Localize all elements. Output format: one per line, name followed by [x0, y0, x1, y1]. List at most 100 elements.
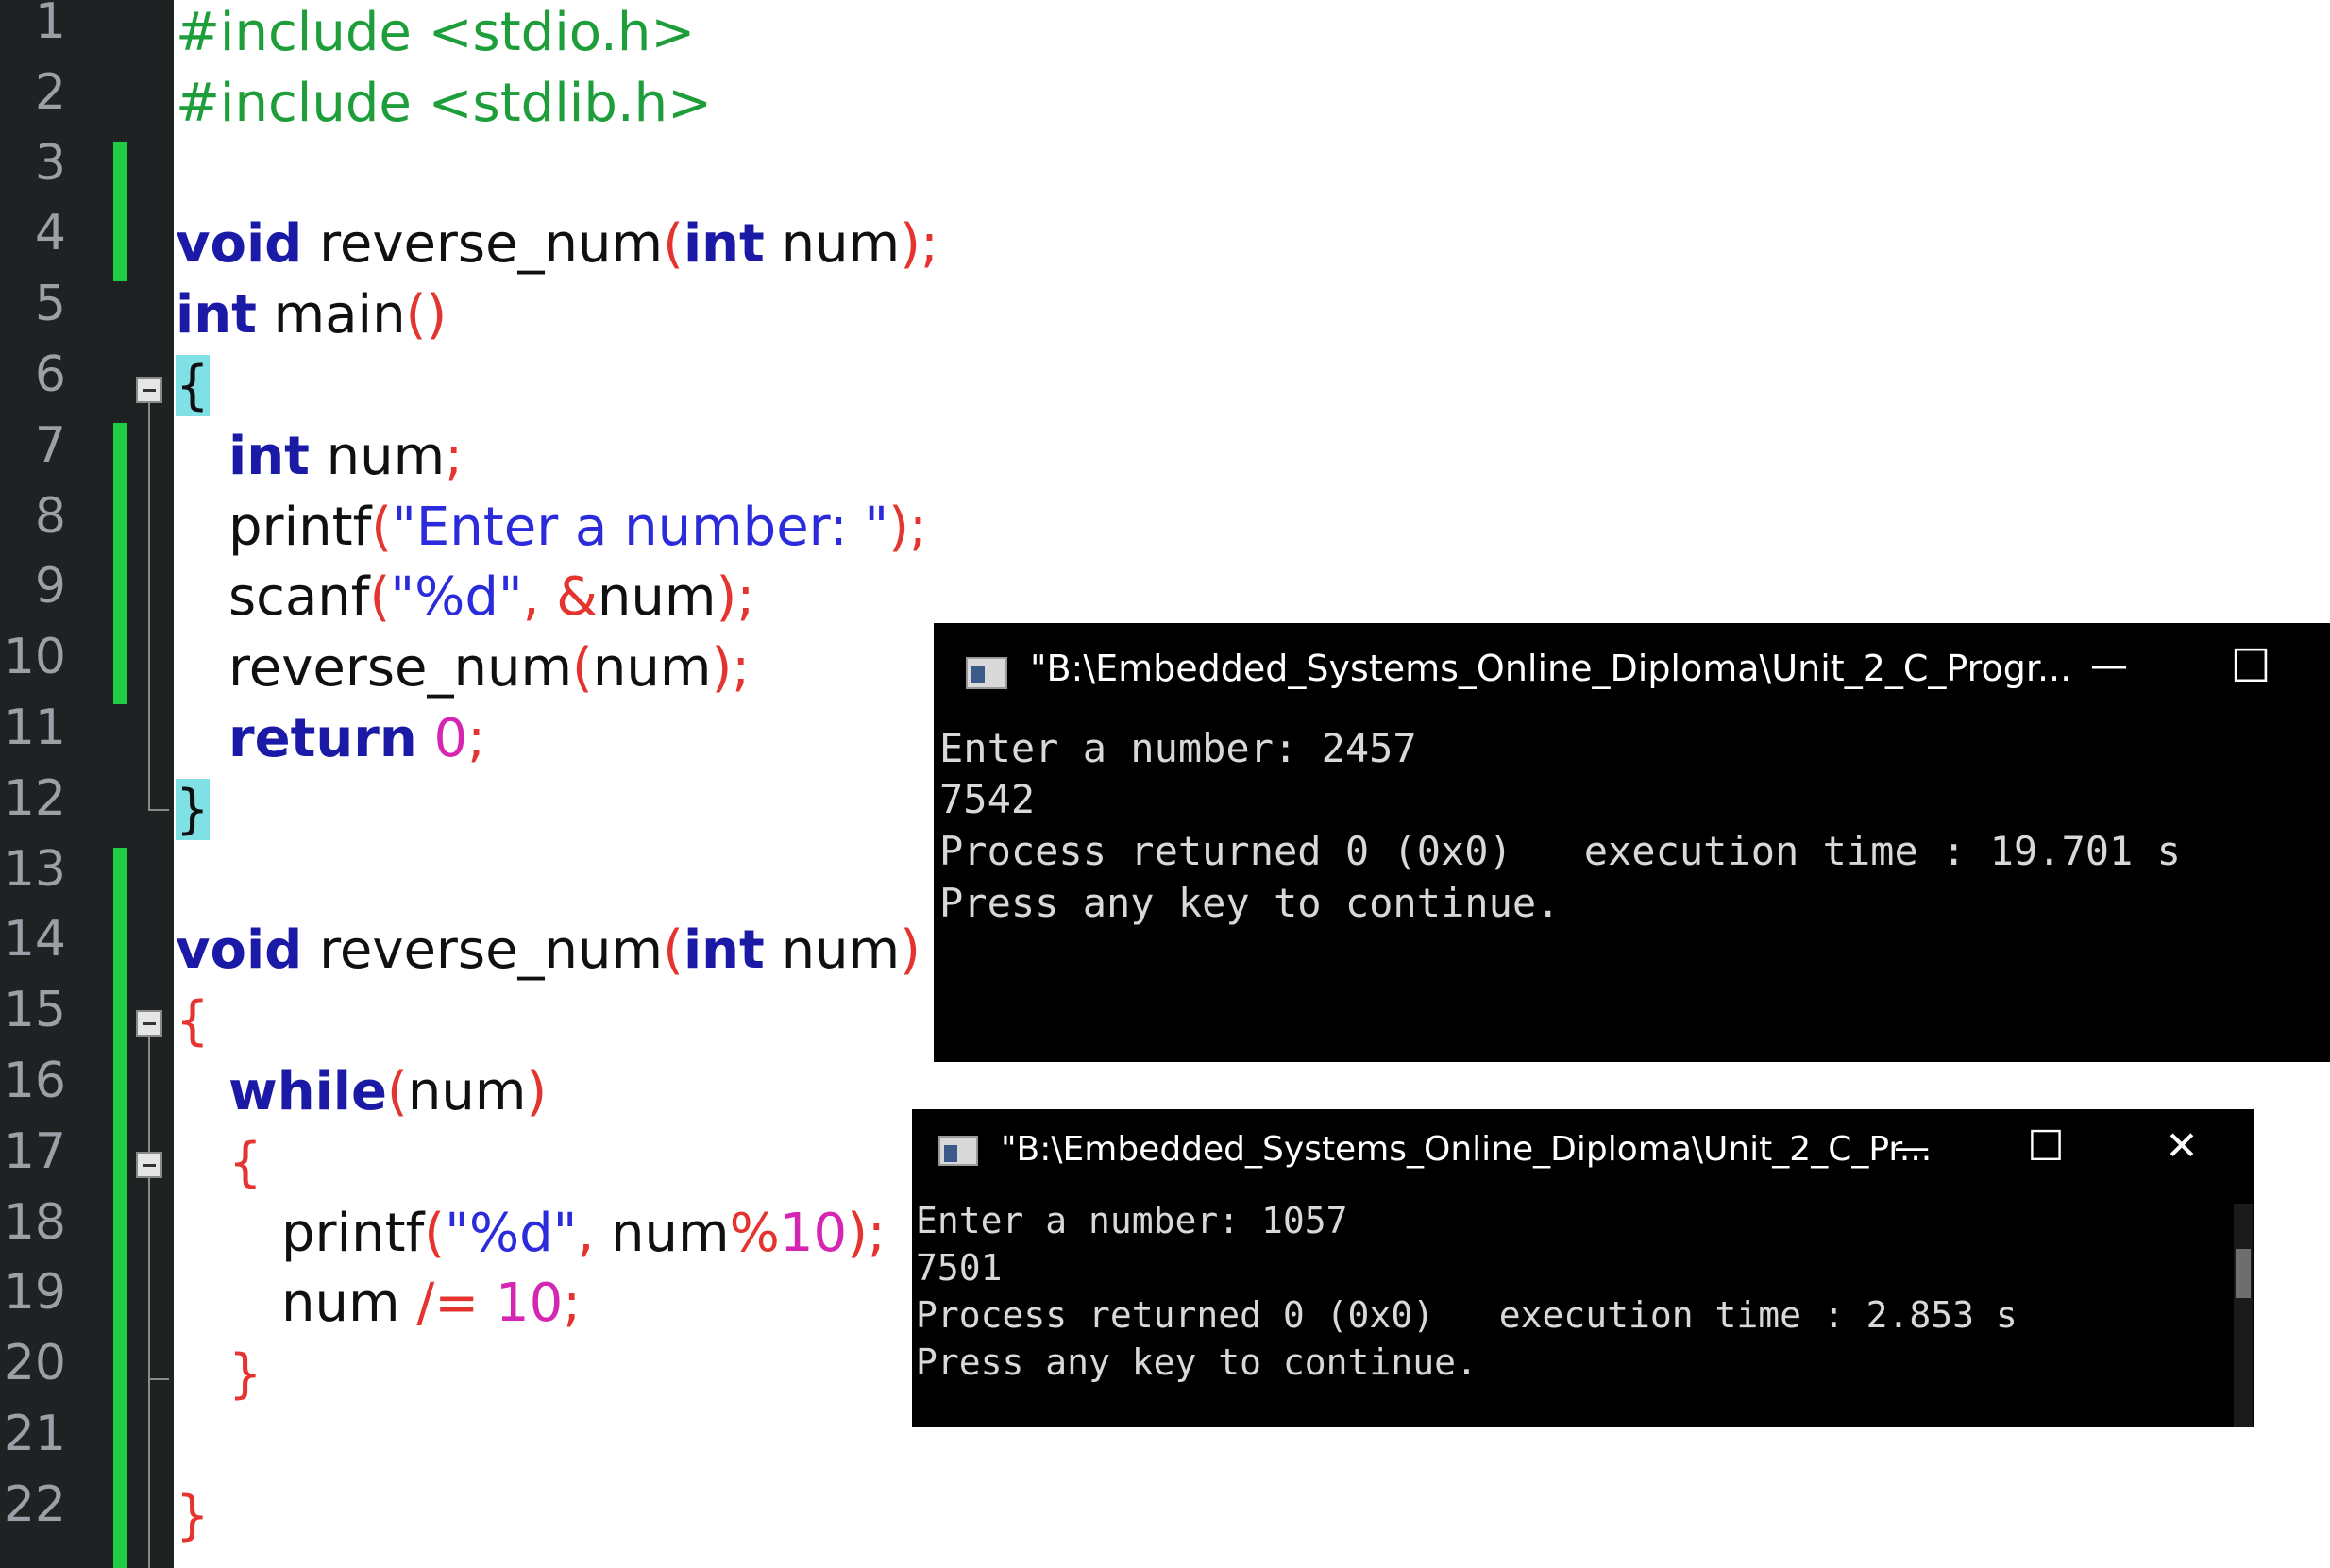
identifier: num	[611, 1203, 730, 1264]
punctuation: );	[847, 1203, 886, 1264]
maximize-icon[interactable]: ☐	[2218, 640, 2284, 693]
code-line-5: int main()	[176, 280, 447, 351]
punctuation: (	[386, 1061, 408, 1122]
punctuation: );	[711, 637, 751, 699]
code-line-20: }	[228, 1340, 262, 1410]
operator: %	[729, 1203, 780, 1264]
console-titlebar[interactable]: "B:\Embedded_Systems_Online_Diploma\Unit…	[912, 1109, 2254, 1194]
keyword: int	[683, 919, 765, 981]
identifier: num	[309, 426, 446, 487]
line-number: 2	[34, 64, 66, 121]
line-number: 13	[3, 841, 66, 898]
line-number: 9	[34, 558, 66, 615]
code-line-17: {	[228, 1128, 262, 1199]
code-line-11: return 0;	[228, 704, 485, 775]
punctuation: (	[369, 566, 391, 628]
line-number: 4	[34, 205, 66, 261]
keyword: while	[228, 1061, 387, 1122]
minimize-icon[interactable]: —	[1879, 1126, 1945, 1168]
line-number: 8	[34, 488, 66, 545]
line-number: 22	[3, 1476, 66, 1533]
console-output-line: Enter a number: 1057	[916, 1200, 1348, 1241]
maximize-icon[interactable]: ☐	[2013, 1122, 2079, 1171]
fold-guide-end	[148, 809, 169, 811]
line-number: 19	[3, 1264, 66, 1321]
console-titlebar[interactable]: "B:\Embedded_Systems_Online_Diploma\Unit…	[934, 623, 2330, 717]
code-line-4: void reverse_num(int num);	[176, 210, 938, 280]
identifier: num	[597, 566, 717, 628]
code-line-18: printf("%d", num%10);	[281, 1199, 886, 1270]
console-output-line: 7542	[939, 776, 1036, 822]
console-output-line: Press any key to continue.	[916, 1341, 1477, 1383]
keyword: void	[176, 919, 303, 981]
operator: /=	[399, 1273, 480, 1334]
code-line-22: }	[176, 1481, 210, 1552]
identifier: num	[407, 1061, 527, 1122]
punctuation: );	[716, 566, 755, 628]
close-icon[interactable]: ✕	[2149, 1122, 2215, 1169]
punctuation: (	[572, 637, 593, 699]
string-literal: "%d"	[390, 566, 523, 628]
identifier: num	[764, 213, 901, 275]
identifier: reverse_num	[302, 213, 664, 275]
line-number: 20	[3, 1335, 66, 1391]
identifier: num	[592, 637, 712, 699]
identifier: num	[764, 919, 901, 981]
punctuation: )	[900, 919, 920, 981]
console-output-line: Press any key to continue.	[939, 880, 1561, 926]
punctuation: (	[371, 497, 393, 558]
fold-collapse-icon[interactable]	[136, 1152, 162, 1178]
line-numbers: 1 2 3 4 5 6 7 8 9 10 11 12 13 14 15 16 1…	[0, 0, 66, 1568]
code-line-8: printf("Enter a number: ");	[228, 493, 927, 564]
keyword: int	[176, 284, 257, 346]
console-scrollbar[interactable]	[2234, 1204, 2253, 1427]
keyword: int	[228, 426, 310, 487]
number-literal: 10	[479, 1273, 564, 1334]
line-number: 18	[3, 1194, 66, 1251]
code-line-2: #include <stdlib.h>	[176, 69, 712, 140]
keyword: return	[228, 708, 417, 769]
code-line-6: {	[176, 351, 210, 422]
string-literal: "%d"	[445, 1203, 578, 1264]
editor-gutter: 1 2 3 4 5 6 7 8 9 10 11 12 13 14 15 16 1…	[0, 0, 174, 1568]
fold-guide	[148, 403, 150, 809]
brace: {	[176, 990, 210, 1052]
minimize-icon[interactable]: —	[2076, 644, 2142, 687]
keyword: void	[176, 213, 303, 275]
punctuation: , &	[522, 566, 598, 628]
identifier: scanf	[228, 566, 370, 628]
brace: }	[176, 1485, 210, 1546]
identifier: reverse_num	[302, 919, 664, 981]
console-app-icon	[966, 657, 1007, 689]
line-number: 21	[3, 1406, 66, 1462]
console-window-2[interactable]: "B:\Embedded_Systems_Online_Diploma\Unit…	[912, 1109, 2254, 1427]
console-window-1[interactable]: "B:\Embedded_Systems_Online_Diploma\Unit…	[934, 623, 2330, 1062]
punctuation: (	[663, 919, 684, 981]
code-line-10: reverse_num(num);	[228, 633, 750, 704]
code-line-9: scanf("%d", &num);	[228, 563, 754, 633]
line-number: 10	[3, 629, 66, 685]
code-line-15: {	[176, 986, 210, 1057]
scrollbar-thumb[interactable]	[2236, 1249, 2251, 1298]
string-literal: "Enter a number: "	[392, 497, 889, 558]
console-output-line: Process returned 0 (0x0) execution time …	[939, 828, 2181, 874]
preprocessor-directive: #include <stdlib.h>	[176, 73, 713, 134]
line-number: 14	[3, 911, 66, 968]
punctuation: )	[526, 1061, 548, 1122]
keyword: int	[683, 213, 765, 275]
line-number: 12	[3, 770, 66, 827]
line-number: 16	[3, 1053, 66, 1109]
line-number: 11	[3, 700, 66, 756]
line-number: 6	[34, 346, 66, 403]
code-line-16: while(num)	[228, 1057, 547, 1128]
fold-collapse-icon[interactable]	[136, 377, 162, 403]
code-line-12: }	[176, 775, 210, 846]
punctuation: ,	[577, 1203, 612, 1264]
matched-brace: {	[176, 355, 210, 416]
changed-lines-marker	[113, 142, 127, 281]
fold-collapse-icon[interactable]	[136, 1010, 162, 1037]
punctuation: (	[424, 1203, 446, 1264]
console-output-line: Enter a number: 2457	[939, 725, 1417, 771]
identifier: num	[281, 1273, 400, 1334]
line-number: 7	[34, 417, 66, 474]
